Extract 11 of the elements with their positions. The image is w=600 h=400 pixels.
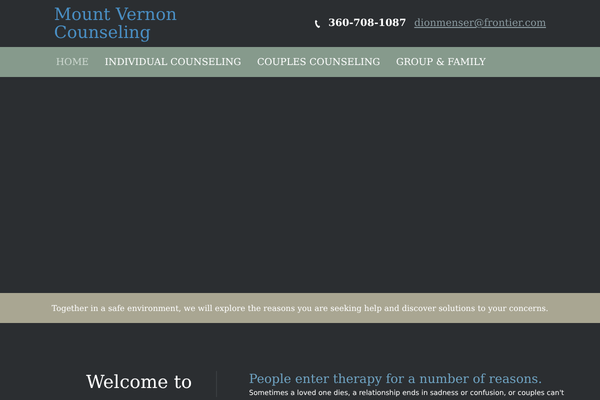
nav-link[interactable]: COUPLES COUNSELING [257, 56, 380, 68]
intro-heading: People enter therapy for a number of reasons. [249, 371, 544, 386]
phone-icon [315, 20, 320, 28]
welcome-heading: Welcome to [0, 371, 217, 397]
email-link[interactable]: dionmenser@frontier.com [414, 18, 546, 29]
tagline-banner: Together in a safe environment, we will explore the reasons you are seeking help and discover solutions to your concerns. [0, 293, 600, 323]
phone-number: 360-708-1087 [328, 18, 406, 29]
nav-link[interactable]: INDIVIDUAL COUNSELING [104, 56, 242, 68]
site-title[interactable]: Mount Vernon Counseling [54, 6, 177, 42]
nav-link[interactable]: GROUP & FAMILY [396, 56, 486, 68]
nav-link[interactable]: HOME [56, 56, 89, 68]
